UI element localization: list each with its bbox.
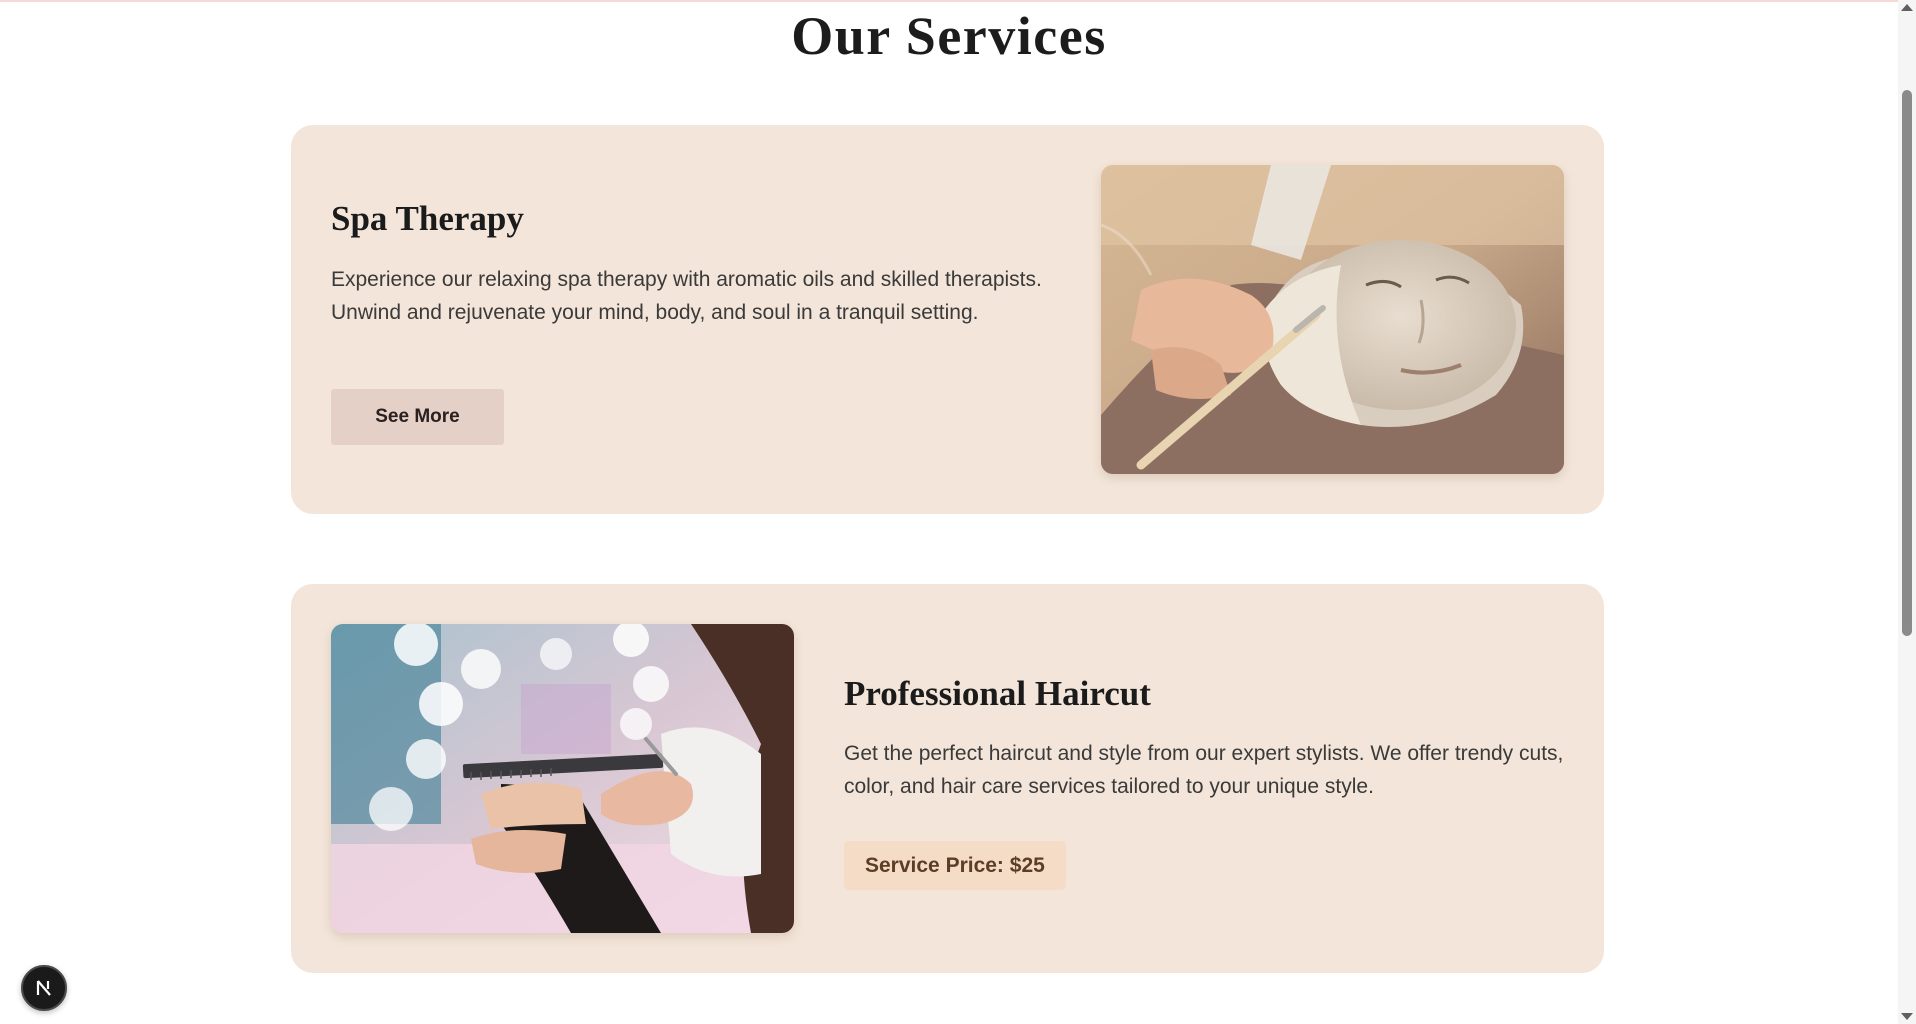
page-title: Our Services <box>791 6 1107 66</box>
service-description: Get the perfect haircut and style from o… <box>844 742 1564 798</box>
see-more-button[interactable]: See More <box>331 389 504 445</box>
nextjs-logo-icon <box>36 980 51 996</box>
scroll-down-arrow-icon[interactable] <box>1901 1013 1913 1020</box>
vertical-scrollbar[interactable] <box>1898 0 1916 1024</box>
service-heading: Spa Therapy <box>331 199 524 238</box>
spa-therapy-photo <box>1101 165 1564 474</box>
top-border <box>0 0 1898 2</box>
scrollbar-thumb[interactable] <box>1902 90 1912 636</box>
service-price-badge: Service Price: $25 <box>844 841 1066 890</box>
service-card-professional-haircut: Professional Haircut Get the perfect hai… <box>291 584 1604 973</box>
page: Our Services Spa Therapy Experience our … <box>0 0 1898 1024</box>
service-heading: Professional Haircut <box>844 674 1151 713</box>
haircut-photo <box>331 624 794 933</box>
scroll-up-arrow-icon[interactable] <box>1901 4 1913 11</box>
service-description: Experience our relaxing spa therapy with… <box>331 268 1042 324</box>
service-card-spa-therapy: Spa Therapy Experience our relaxing spa … <box>291 125 1604 514</box>
nextjs-dev-badge[interactable] <box>21 965 67 1011</box>
